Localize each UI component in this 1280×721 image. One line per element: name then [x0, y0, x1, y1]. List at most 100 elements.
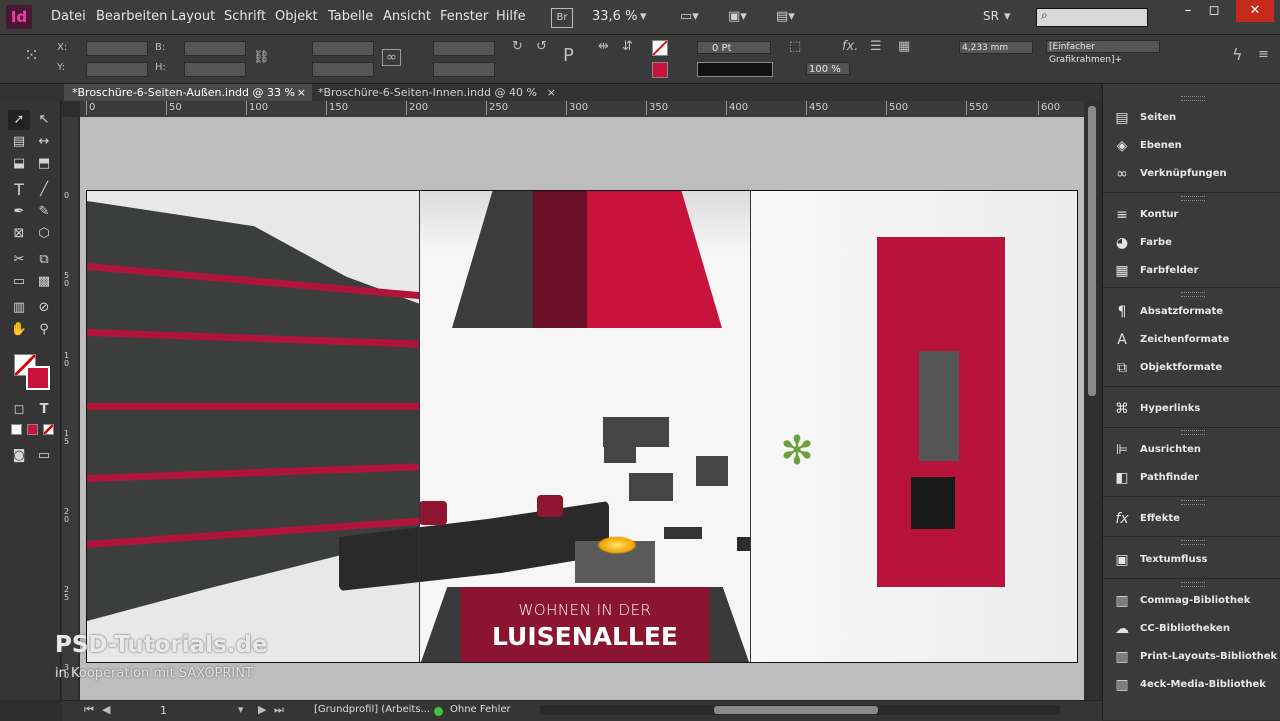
apply-color-icon[interactable]: [11, 424, 22, 435]
frame-width-field[interactable]: 4,233 mm: [959, 41, 1033, 54]
corner-options-icon[interactable]: ⬚: [789, 39, 801, 54]
pen-tool-icon[interactable]: ✒: [8, 202, 30, 222]
view-mode-icon[interactable]: ◙: [8, 446, 30, 466]
polygon-tool-icon[interactable]: ⬡: [33, 224, 55, 244]
formatting-container-icon[interactable]: ◻: [8, 400, 30, 420]
flip-horizontal-icon[interactable]: ⇹: [598, 39, 609, 54]
zoom-level[interactable]: 33,6 %: [592, 9, 637, 24]
menu-ansicht[interactable]: Ansicht: [383, 0, 431, 34]
menu-hilfe[interactable]: Hilfe: [496, 0, 526, 34]
close-tab-icon[interactable]: ×: [297, 84, 306, 101]
scale-x-field[interactable]: [312, 41, 374, 56]
workspace-switcher[interactable]: SR: [983, 9, 999, 23]
preflight-status[interactable]: Ohne Fehler: [450, 704, 511, 715]
menu-layout[interactable]: Layout: [171, 0, 215, 34]
menu-datei[interactable]: Datei: [51, 0, 86, 34]
path-icon[interactable]: P: [563, 45, 574, 66]
stroke-color-icon[interactable]: [26, 366, 50, 390]
close-button[interactable]: ✕: [1236, 0, 1274, 22]
panel-item-farbfelder[interactable]: ▦ Farbfelder: [1111, 257, 1280, 285]
panel-item-kontur[interactable]: ≡ Kontur: [1111, 201, 1280, 229]
arrange-documents-icon[interactable]: ▤▾: [776, 8, 795, 26]
object-style-select[interactable]: [Einfacher Grafikrahmen]+: [1046, 40, 1160, 65]
scroll-thumb[interactable]: [1088, 106, 1096, 396]
last-page-icon[interactable]: ⏭: [274, 703, 284, 717]
horizontal-scrollbar[interactable]: [540, 705, 1060, 715]
screen-mode-icon[interactable]: ▭▾: [680, 8, 699, 26]
previous-page-icon[interactable]: ◀: [102, 703, 110, 716]
zoom-dropdown-icon[interactable]: ▾: [640, 8, 647, 26]
line-tool-icon[interactable]: ╱: [33, 180, 55, 200]
page-dropdown-icon[interactable]: ▾: [238, 703, 244, 716]
menu-fenster[interactable]: Fenster: [440, 0, 488, 34]
preflight-profile[interactable]: [Grundprofil] (Arbeits...: [314, 704, 430, 715]
menu-bearbeiten[interactable]: Bearbeiten: [96, 0, 167, 34]
scale-y-field[interactable]: [312, 62, 374, 77]
panel-item-hyperlinks[interactable]: ⌘ Hyperlinks: [1111, 395, 1280, 423]
height-field[interactable]: [184, 62, 246, 77]
pencil-tool-icon[interactable]: ✎: [33, 202, 55, 222]
apply-none-icon[interactable]: [43, 424, 54, 435]
menu-objekt[interactable]: Objekt: [275, 0, 318, 34]
lightning-icon[interactable]: ϟ: [1232, 45, 1243, 64]
flip-vertical-icon[interactable]: ⇵: [622, 39, 633, 54]
free-transform-tool-icon[interactable]: ⧉: [33, 250, 55, 270]
x-field[interactable]: [86, 41, 148, 56]
search-input[interactable]: [1036, 8, 1148, 27]
fill-swatch[interactable]: [652, 40, 668, 56]
next-page-icon[interactable]: ▶: [258, 703, 266, 716]
constrain-proportions-icon[interactable]: ⛓: [253, 50, 270, 65]
shear-field[interactable]: [433, 62, 495, 77]
panel-item-seiten[interactable]: ▤ Seiten: [1111, 104, 1280, 132]
stroke-type-select[interactable]: [697, 62, 773, 77]
maximize-button[interactable]: ◻: [1198, 0, 1230, 22]
screen-mode-tool-icon[interactable]: ▭: [33, 446, 55, 466]
panel-item-pathfinder[interactable]: ◧ Pathfinder: [1111, 464, 1280, 492]
vertical-scrollbar[interactable]: [1084, 101, 1100, 700]
panel-item-farbe[interactable]: ◕ Farbe: [1111, 229, 1280, 257]
page-number-field[interactable]: 1: [160, 704, 167, 717]
tab-document-innen[interactable]: *Broschüre-6-Seiten-Innen.indd @ 40 % ×: [310, 84, 562, 101]
scroll-thumb[interactable]: [714, 706, 878, 714]
rotation-field[interactable]: [433, 41, 495, 56]
direct-selection-tool-icon[interactable]: ↖: [33, 110, 55, 130]
panel-grip[interactable]: [1181, 96, 1205, 101]
bridge-button[interactable]: Br: [551, 8, 573, 28]
fx-icon[interactable]: fx.: [842, 39, 858, 54]
content-placer-icon[interactable]: ⬒: [33, 154, 55, 174]
panel-grip[interactable]: [1181, 430, 1205, 435]
selection-tool-icon[interactable]: ➚: [8, 110, 30, 130]
gradient-tool-icon[interactable]: ▭: [8, 272, 30, 292]
apply-gradient-icon[interactable]: [27, 424, 38, 435]
panel-item-absatzformate[interactable]: ¶ Absatzformate: [1111, 298, 1280, 326]
link-scale-icon[interactable]: ∞: [382, 49, 401, 66]
note-tool-icon[interactable]: ▥: [8, 298, 30, 318]
panel-grip[interactable]: [1181, 540, 1205, 545]
panel-item-commag-bibliothek[interactable]: ▥ Commag-Bibliothek: [1111, 587, 1280, 615]
text-frame-options-icon[interactable]: ☰: [870, 39, 882, 54]
panel-item-verknuepfungen[interactable]: ∞ Verknüpfungen: [1111, 160, 1280, 188]
stroke-weight-field[interactable]: 0 Pt: [697, 41, 771, 54]
gap-tool-icon[interactable]: ↔: [33, 132, 55, 152]
rotate-cw-icon[interactable]: ↻: [512, 39, 523, 54]
panel-item-zeichenformate[interactable]: A Zeichenformate: [1111, 326, 1280, 354]
hand-tool-icon[interactable]: ✋: [8, 320, 30, 340]
fitting-icon[interactable]: ▦: [898, 39, 910, 54]
panel-item-print-layouts-bibliothek[interactable]: ▥ Print-Layouts-Bibliothek: [1111, 643, 1280, 671]
stroke-swatch[interactable]: [652, 62, 668, 78]
panel-item-objektformate[interactable]: ⧉ Objektformate: [1111, 354, 1280, 382]
tab-document-aussen[interactable]: *Broschüre-6-Seiten-Außen.indd @ 33 % ×: [64, 84, 312, 101]
panel-item-ebenen[interactable]: ◈ Ebenen: [1111, 132, 1280, 160]
page-tool-icon[interactable]: ▤: [8, 132, 30, 152]
width-field[interactable]: [184, 41, 246, 56]
rotate-ccw-icon[interactable]: ↺: [536, 39, 547, 54]
content-collector-icon[interactable]: ⬓: [8, 154, 30, 174]
close-tab-icon[interactable]: ×: [547, 84, 556, 101]
panel-grip[interactable]: [1181, 292, 1205, 297]
reference-point-icon[interactable]: ⁙: [24, 45, 39, 66]
menu-tabelle[interactable]: Tabelle: [328, 0, 373, 34]
zoom-tool-icon[interactable]: ⚲: [33, 320, 55, 340]
rectangle-frame-tool-icon[interactable]: ⊠: [8, 224, 30, 244]
panel-item-ausrichten[interactable]: ⊫ Ausrichten: [1111, 436, 1280, 464]
formatting-text-icon[interactable]: T: [33, 400, 55, 420]
